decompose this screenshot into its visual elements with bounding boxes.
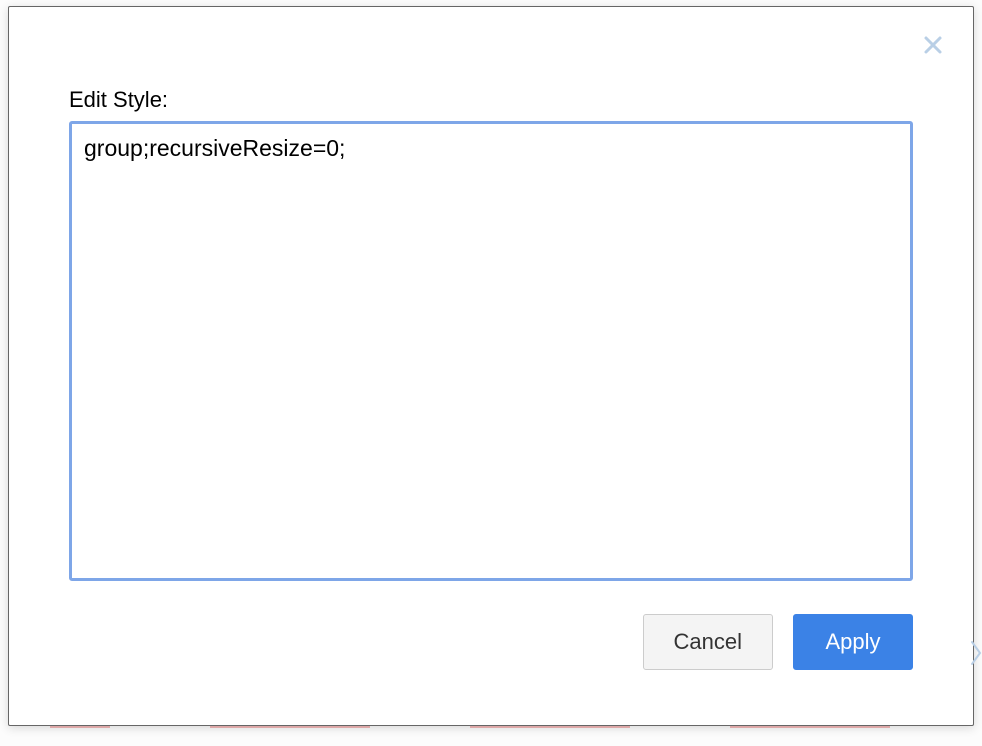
dialog-button-row: Cancel Apply	[69, 614, 913, 670]
style-textarea[interactable]	[69, 121, 913, 581]
chevron-right-icon	[970, 640, 982, 666]
apply-button[interactable]: Apply	[793, 614, 913, 670]
close-icon[interactable]	[921, 35, 945, 59]
cancel-button[interactable]: Cancel	[643, 614, 773, 670]
edit-style-dialog: Edit Style: Cancel Apply	[8, 6, 974, 726]
dialog-title: Edit Style:	[69, 87, 913, 113]
